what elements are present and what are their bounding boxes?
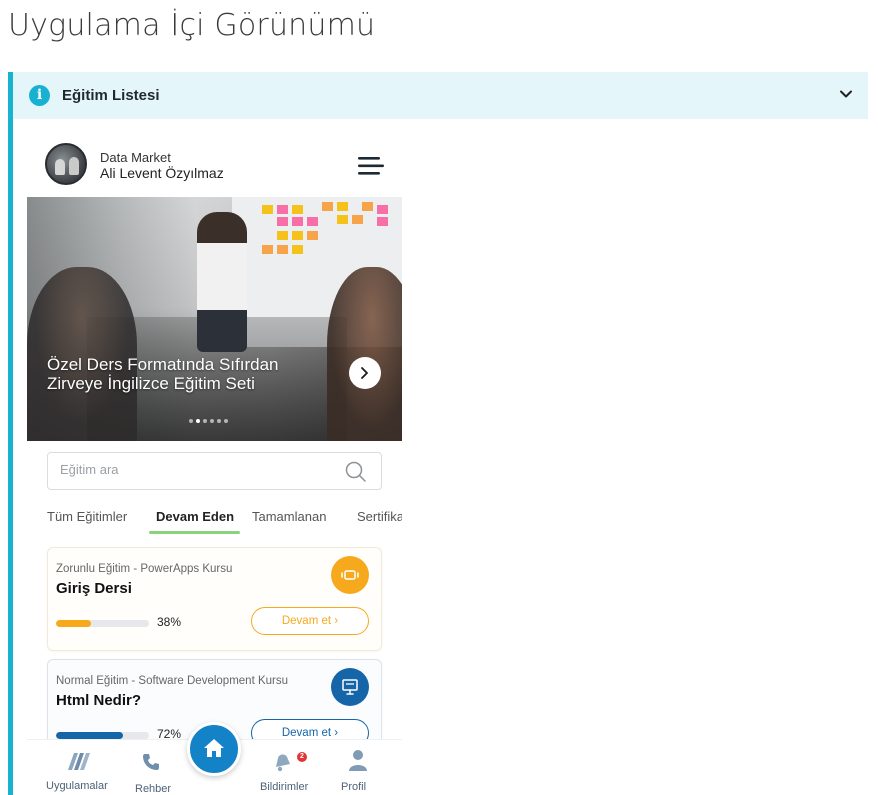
- status-tabs: Tüm Eğitimler Devam Eden Tamamlanan Sert…: [47, 509, 402, 539]
- video-icon: [331, 556, 369, 594]
- hero-title: Özel Ders Formatında Sıfırdan Zirveye İn…: [47, 355, 279, 393]
- next-slide-button[interactable]: [349, 357, 381, 389]
- carousel-dot[interactable]: [224, 419, 228, 423]
- user-icon: [349, 750, 367, 771]
- tab-certificates[interactable]: Sertifika: [357, 509, 402, 524]
- attendee-image: [27, 267, 137, 441]
- info-icon: i: [29, 85, 50, 106]
- search-input[interactable]: [60, 462, 330, 477]
- progress-fill: [56, 732, 123, 739]
- hero-banner[interactable]: Özel Ders Formatında Sıfırdan Zirveye İn…: [27, 197, 402, 441]
- home-button[interactable]: [187, 722, 241, 776]
- nav-label: Profil: [341, 781, 367, 793]
- progress-bar: [56, 620, 149, 627]
- nav-label: Bildirimler: [260, 781, 309, 793]
- tab-in-progress[interactable]: Devam Eden: [156, 509, 234, 524]
- presenter-image: [197, 212, 247, 352]
- attendee-image: [327, 267, 402, 441]
- avatar[interactable]: [45, 143, 87, 185]
- panel-title: Eğitim Listesi: [62, 87, 160, 104]
- course-card[interactable]: Zorunlu Eğitim - PowerApps Kursu Giriş D…: [47, 547, 382, 651]
- search-box: [47, 452, 382, 490]
- carousel-dot[interactable]: [217, 419, 221, 423]
- continue-button[interactable]: Devam et ›: [251, 607, 369, 635]
- panel-header[interactable]: i Eğitim Listesi: [13, 72, 868, 119]
- tab-all[interactable]: Tüm Eğitimler: [47, 509, 127, 524]
- course-title: Giriş Dersi: [56, 580, 132, 597]
- nav-label: Rehber: [135, 783, 172, 795]
- progress-bar: [56, 732, 149, 739]
- chevron-right-icon: ›: [334, 615, 339, 627]
- course-category: Zorunlu Eğitim - PowerApps Kursu: [56, 563, 233, 575]
- carousel-dot[interactable]: [203, 419, 207, 423]
- company-name: Data Market: [100, 150, 171, 165]
- notification-badge: 2: [297, 752, 307, 762]
- phone-icon: [143, 754, 159, 770]
- progress-fill: [56, 620, 92, 627]
- carousel-dot[interactable]: [210, 419, 214, 423]
- apps-icon: [68, 753, 90, 770]
- bell-icon: [276, 754, 290, 772]
- tab-completed[interactable]: Tamamlanan: [252, 509, 326, 524]
- carousel-dot[interactable]: [196, 419, 200, 423]
- course-title: Html Nedir?: [56, 692, 142, 709]
- progress-percent: 38%: [157, 615, 182, 629]
- continue-label: Devam et: [281, 615, 332, 627]
- chevron-right-icon: ›: [334, 727, 339, 739]
- user-name: Ali Levent Özyılmaz: [100, 165, 224, 181]
- active-tab-indicator: [149, 531, 240, 534]
- page-title: Uygulama İçi Görünümü: [8, 8, 376, 43]
- chevron-right-icon: [361, 367, 368, 379]
- continue-label: Devam et: [281, 727, 332, 739]
- course-category: Normal Eğitim - Software Development Kur…: [56, 675, 288, 687]
- chevron-down-icon[interactable]: [838, 86, 854, 102]
- carousel-dot[interactable]: [189, 419, 193, 423]
- training-list-panel: i Eğitim Listesi Data Market Ali Levent …: [8, 72, 868, 795]
- app-preview: Data Market Ali Levent Özyılmaz Özel Der…: [27, 119, 402, 795]
- nav-label: Uygulamalar: [46, 780, 108, 792]
- search-icon[interactable]: [344, 460, 368, 484]
- presentation-icon: [331, 668, 369, 706]
- home-icon: [204, 739, 224, 757]
- menu-icon[interactable]: [356, 155, 384, 177]
- carousel-dots[interactable]: [189, 419, 228, 423]
